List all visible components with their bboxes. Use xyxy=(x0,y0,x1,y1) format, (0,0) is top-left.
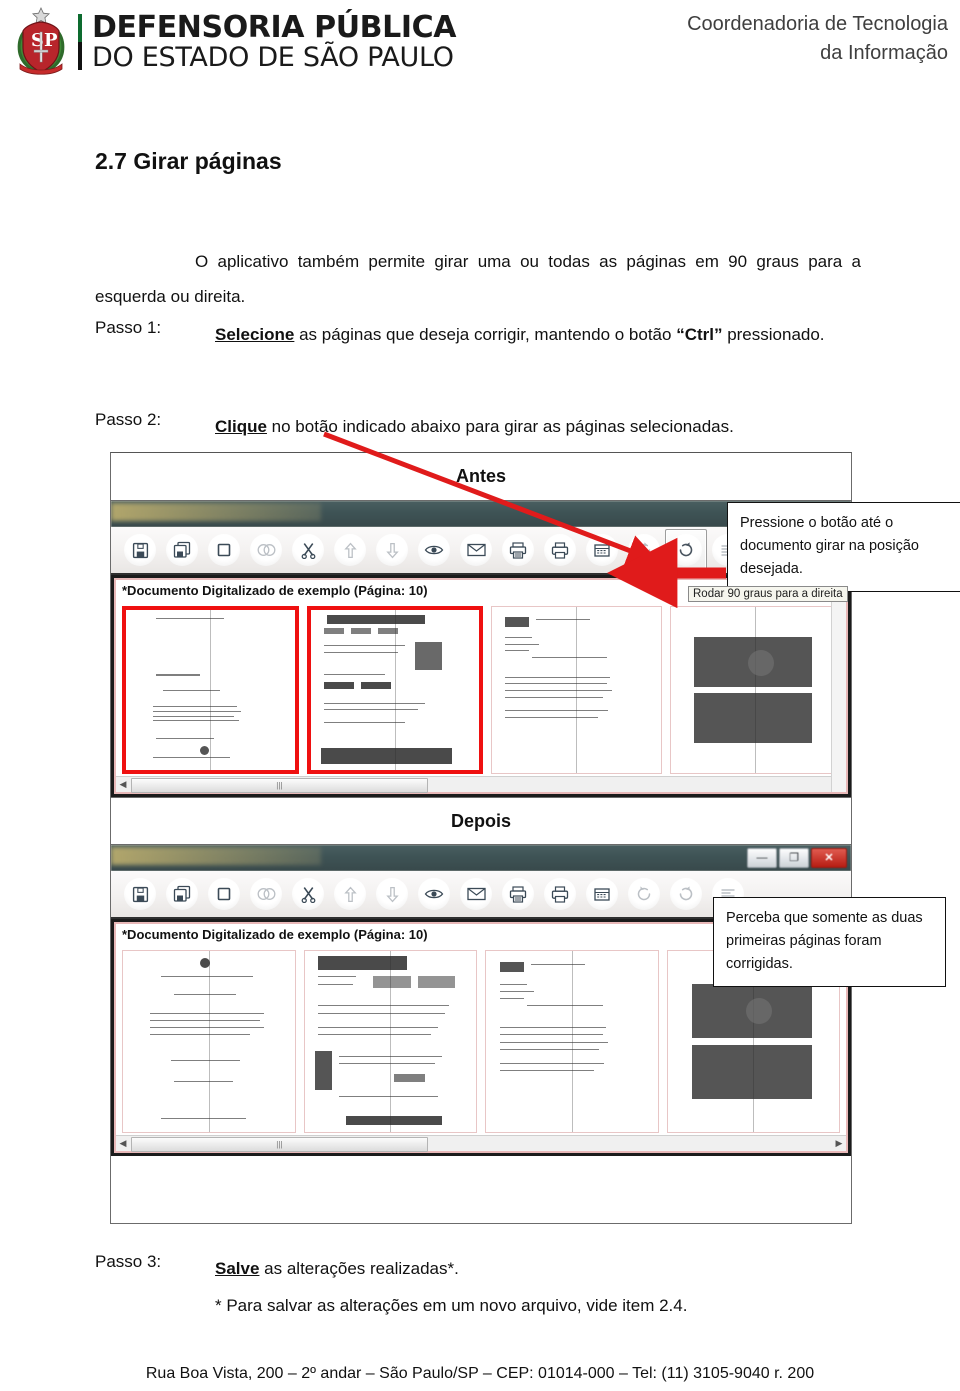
title-bar-smear xyxy=(111,503,321,521)
save-icon[interactable] xyxy=(119,873,161,915)
print-preview-icon[interactable] xyxy=(497,529,539,571)
scroll-right-arrow[interactable]: ▶ xyxy=(832,1138,846,1149)
step-1-key: “Ctrl” xyxy=(676,325,723,344)
department-line-1: Coordenadoria de Tecnologia xyxy=(687,13,948,35)
move-down-icon[interactable] xyxy=(371,873,413,915)
step-1-text: Selecione as páginas que deseja corrigir… xyxy=(215,318,861,353)
thumbnail-page-4[interactable] xyxy=(669,606,840,774)
thumbnail-page-3-unchanged[interactable] xyxy=(485,950,659,1133)
callout-after: Perceba que somente as duas primeiras pá… xyxy=(713,897,946,987)
step-1-label: Passo 1: xyxy=(95,318,162,337)
move-up-icon[interactable] xyxy=(329,873,371,915)
scroll-thumb[interactable]: ||| xyxy=(131,778,428,793)
print-preview-icon[interactable] xyxy=(497,873,539,915)
document-viewer-before: *Documento Digitalizado de exemplo (Pági… xyxy=(111,575,851,797)
thumbnail-page-2[interactable] xyxy=(306,606,483,774)
svg-text:P: P xyxy=(44,30,58,51)
step-2-row: Passo 2: Clique no botão indicado abaixo… xyxy=(95,410,861,445)
thumbnail-page-3[interactable] xyxy=(491,606,662,774)
step-2-rest: no botão indicado abaixo para girar as p… xyxy=(266,417,734,436)
title-bar-after: — ❐ ✕ xyxy=(111,845,851,871)
email-icon[interactable] xyxy=(455,529,497,571)
step-3-rest: as alterações realizadas*. xyxy=(259,1259,459,1278)
caption-after: Depois xyxy=(450,810,511,831)
merge-icon[interactable] xyxy=(245,529,287,571)
step-2-text: Clique no botão indicado abaixo para gir… xyxy=(215,410,861,445)
brand-line-1: DEFENSORIA PÚBLICA xyxy=(92,10,457,45)
maximize-button[interactable]: ❐ xyxy=(779,848,809,868)
save-icon[interactable] xyxy=(119,529,161,571)
step-3-row: Passo 3: Salve as alterações realizadas*… xyxy=(95,1252,861,1287)
title-bar-smear-after xyxy=(111,847,321,865)
scroll-left-arrow[interactable]: ◀ xyxy=(116,1138,130,1149)
step-2-label: Passo 2: xyxy=(95,410,162,429)
merge-icon[interactable] xyxy=(245,873,287,915)
step-3-text: Salve as alterações realizadas*. xyxy=(215,1252,861,1287)
window-controls: — ❐ ✕ xyxy=(747,848,847,868)
caption-after-band: Depois xyxy=(111,797,851,845)
rotate-right-icon[interactable] xyxy=(665,529,707,571)
new-page-icon[interactable] xyxy=(203,529,245,571)
print-icon[interactable] xyxy=(539,873,581,915)
thumbnail-page-2-rotated[interactable] xyxy=(303,950,477,1133)
preview-icon[interactable] xyxy=(413,873,455,915)
brand-divider xyxy=(78,14,82,70)
sao-paulo-coat-of-arms-icon: S P xyxy=(8,6,74,78)
department-title: Coordenadoria de Tecnologia da Informaçã… xyxy=(687,10,948,68)
preview-icon[interactable] xyxy=(413,529,455,571)
brand-line-2: DO ESTADO DE SÃO PAULO xyxy=(92,42,454,73)
rotate-right-icon[interactable] xyxy=(665,873,707,915)
step-1-rest: as páginas que deseja corrigir, mantendo… xyxy=(294,325,677,344)
callout-before: Pressione o botão até o documento girar … xyxy=(727,502,960,592)
vertical-scrollbar-before[interactable]: ▲ xyxy=(831,580,846,792)
caption-before-band: Antes xyxy=(111,453,851,501)
close-button[interactable]: ✕ xyxy=(811,848,847,868)
intro-paragraph: O aplicativo também permite girar uma ou… xyxy=(95,252,861,306)
new-page-icon[interactable] xyxy=(203,873,245,915)
scroll-thumb[interactable]: ||| xyxy=(131,1137,428,1152)
move-down-icon[interactable] xyxy=(371,529,413,571)
cut-icon[interactable] xyxy=(287,529,329,571)
department-line-2: da Informação xyxy=(820,42,948,64)
scroll-left-arrow[interactable]: ◀ xyxy=(116,779,130,790)
save-as-icon[interactable] xyxy=(161,873,203,915)
ocr-icon[interactable] xyxy=(581,529,623,571)
footnote: * Para salvar as alterações em um novo a… xyxy=(215,1296,688,1315)
caption-before: Antes xyxy=(455,466,506,486)
app-window-after: — ❐ ✕ *Documento Digitalizado de exemplo… xyxy=(111,845,851,1156)
thumbnail-strip-before xyxy=(116,602,846,776)
step-2-action: Clique xyxy=(215,417,267,436)
step-3-label: Passo 3: xyxy=(95,1252,162,1271)
save-as-icon[interactable] xyxy=(161,529,203,571)
page-header: S P DEFENSORIA PÚBLICA DO ESTADO DE SÃO … xyxy=(0,0,960,88)
page-title: 2.7 Girar páginas xyxy=(95,148,282,174)
step-1-action: Selecione xyxy=(215,325,295,344)
thumbnail-page-1-rotated[interactable] xyxy=(122,950,296,1133)
thumbnail-page-1[interactable] xyxy=(122,606,299,774)
step-1-tail: pressionado. xyxy=(722,325,825,344)
email-icon[interactable] xyxy=(455,873,497,915)
brand-logo: S P DEFENSORIA PÚBLICA DO ESTADO DE SÃO … xyxy=(8,6,456,78)
rotate-tooltip: Rodar 90 graus para a direita xyxy=(688,586,848,602)
horizontal-scrollbar-after[interactable]: ◀ ||| ▶ xyxy=(116,1135,846,1152)
rotate-left-icon[interactable] xyxy=(623,873,665,915)
step-3-action: Salve xyxy=(215,1259,260,1278)
print-icon[interactable] xyxy=(539,529,581,571)
minimize-button[interactable]: — xyxy=(747,848,777,868)
horizontal-scrollbar-before[interactable]: ◀ ||| ▶ xyxy=(116,776,846,793)
page-footer: Rua Boa Vista, 200 – 2º andar – São Paul… xyxy=(145,1365,815,1382)
move-up-icon[interactable] xyxy=(329,529,371,571)
step-1-row: Passo 1: Selecione as páginas que deseja… xyxy=(95,318,861,353)
rotate-left-icon[interactable] xyxy=(623,529,665,571)
cut-icon[interactable] xyxy=(287,873,329,915)
ocr-icon[interactable] xyxy=(581,873,623,915)
